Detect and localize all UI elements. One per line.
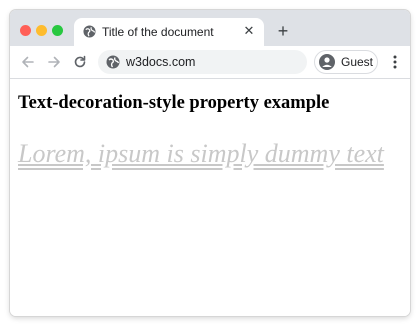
browser-toolbar: w3docs.com Guest [10,46,410,79]
profile-button[interactable]: Guest [314,50,378,74]
page-heading: Text-decoration-style property example [18,93,330,113]
globe-icon [83,25,96,38]
browser-window: Title of the document ✕ + w3docs.com Gue… [10,10,410,316]
close-icon[interactable]: ✕ [240,22,258,40]
tab-title: Title of the document [102,25,214,39]
arrow-right-icon[interactable] [44,52,64,72]
address-bar[interactable]: w3docs.com [98,50,307,74]
tab-active[interactable]: Title of the document ✕ [74,18,264,46]
decorated-text: Lorem, ipsum is simply dummy text [18,139,384,168]
url-text: w3docs.com [126,55,196,69]
globe-icon [106,55,120,69]
profile-label: Guest [341,55,374,69]
maximize-window-button[interactable] [52,25,63,36]
minimize-window-button[interactable] [36,25,47,36]
kebab-menu-icon[interactable] [388,52,402,72]
plus-icon[interactable]: + [273,21,293,41]
close-window-button[interactable] [20,25,31,36]
title-bar: Title of the document ✕ + [10,10,410,46]
user-avatar-icon [319,54,335,70]
arrow-left-icon[interactable] [18,52,38,72]
page-content: Text-decoration-style property example L… [10,79,410,316]
reload-icon[interactable] [70,52,90,72]
